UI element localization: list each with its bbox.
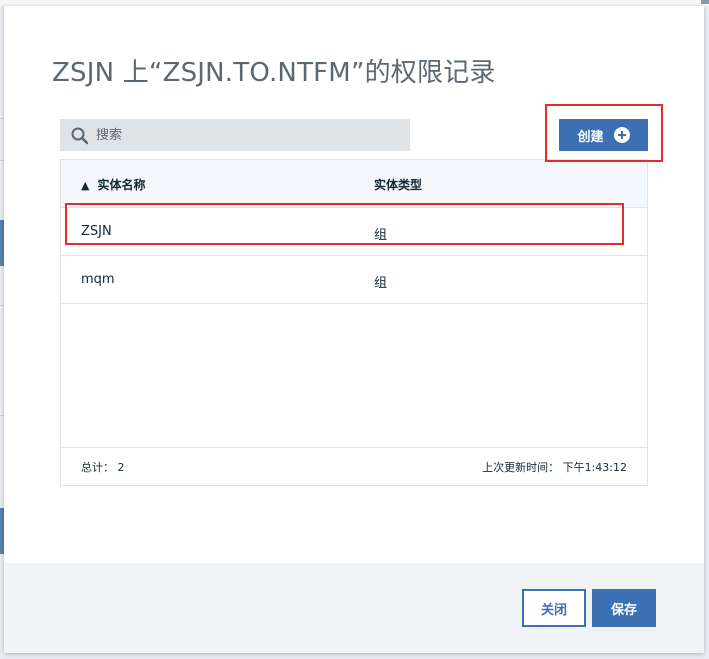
entity-type-cell: 组 — [374, 276, 388, 291]
create-button-label: 创建 — [577, 129, 604, 145]
sort-ascending-icon[interactable]: ▲ — [81, 179, 89, 192]
close-button[interactable]: 关闭 — [522, 589, 586, 627]
total-count: 总计： 2 — [81, 461, 125, 474]
add-circle-icon — [613, 127, 630, 143]
table-row[interactable]: ZSJN 组 — [61, 208, 647, 256]
permission-records-modal: ZSJN 上“ZSJN.TO.NTFM”的权限记录 创建 ▲ 实体名称 实体类型 … — [4, 6, 704, 653]
create-button[interactable]: 创建 — [559, 119, 648, 151]
background-scrollbar — [701, 0, 709, 4]
search-box[interactable] — [60, 119, 410, 151]
table-header: ▲ 实体名称 实体类型 — [61, 160, 647, 208]
modal-title: ZSJN 上“ZSJN.TO.NTFM”的权限记录 — [52, 58, 496, 88]
permissions-table: ▲ 实体名称 实体类型 ZSJN 组 mqm 组 总计： 2 上次更新时间： 下午… — [60, 159, 648, 486]
column-header-label: 实体名称 — [97, 178, 146, 192]
entity-name-cell: mqm — [81, 272, 115, 287]
table-row[interactable]: mqm 组 — [61, 256, 647, 304]
table-footer: 总计： 2 上次更新时间： 下午1:43:12 — [61, 447, 647, 485]
column-header-entity-type[interactable]: 实体类型 — [374, 176, 422, 193]
search-icon — [71, 127, 89, 145]
search-input[interactable] — [96, 119, 396, 151]
column-header-entity-name[interactable]: ▲ 实体名称 — [81, 176, 145, 193]
last-updated-time: 上次更新时间： 下午1:43:12 — [482, 461, 627, 474]
entity-type-cell: 组 — [374, 228, 388, 243]
modal-footer: 关闭 保存 — [4, 563, 704, 653]
entity-name-cell: ZSJN — [81, 224, 112, 239]
save-button[interactable]: 保存 — [592, 589, 656, 627]
